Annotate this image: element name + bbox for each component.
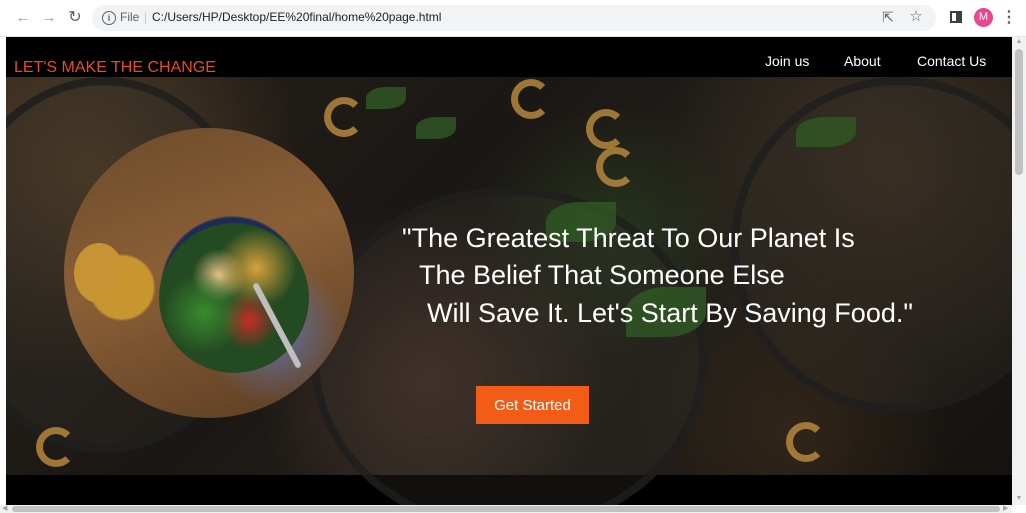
hero-quote-line-3: Will Save It. Let's Start By Saving Food… [427,298,913,328]
kebab-menu-icon[interactable]: ⋮ [1001,9,1017,27]
food-bowl-image [64,128,354,418]
hero-quote-line-1: "The Greatest Threat To Our Planet Is [402,223,855,253]
leaf-decoration [416,117,456,139]
leaf-decoration [366,87,406,109]
page-viewport: LET'S MAKE THE CHANGE Join us About Cont… [6,37,1012,505]
cashew-decoration [511,79,551,119]
cashew-decoration [596,147,636,187]
cashew-decoration [786,422,826,462]
hero-quote-line-2: The Belief That Someone Else [419,260,785,290]
horizontal-scrollbar[interactable]: ◀ ▶ [0,505,1012,513]
side-panel-icon[interactable] [950,11,962,23]
cashew-decoration [36,427,76,467]
scroll-down-icon[interactable]: ▼ [1015,495,1023,503]
nav-contact-us[interactable]: Contact Us [917,53,986,69]
forward-icon[interactable]: → [40,9,58,27]
cashew-decoration [324,97,364,137]
get-started-button[interactable]: Get Started [476,386,589,424]
address-bar[interactable]: i File | C:/Users/HP/Desktop/EE%20final/… [92,5,936,31]
nav-join-us[interactable]: Join us [765,53,809,69]
chickpeas-bowl [74,243,124,303]
leaf-decoration [796,117,856,147]
site-header: LET'S MAKE THE CHANGE Join us About Cont… [6,37,1012,77]
nav-about[interactable]: About [844,53,881,69]
site-brand[interactable]: LET'S MAKE THE CHANGE [14,59,216,77]
cashew-decoration [586,109,626,149]
star-icon[interactable]: ☆ [908,9,924,25]
scroll-left-icon[interactable]: ◀ [2,505,7,513]
url-separator: | [144,10,148,24]
back-icon[interactable]: ← [14,9,32,27]
vertical-scrollbar[interactable]: ▲ ▼ [1012,37,1026,505]
scroll-right-icon[interactable]: ▶ [1003,505,1008,513]
info-icon[interactable]: i [102,11,116,25]
scroll-up-icon[interactable]: ▲ [1015,38,1023,46]
browser-toolbar: ← → ↻ i File | C:/Users/HP/Desktop/EE%20… [0,0,1026,37]
share-icon[interactable]: ⇱ [880,9,896,25]
vertical-scroll-thumb[interactable] [1015,49,1023,175]
reload-icon[interactable]: ↻ [66,9,84,27]
profile-avatar[interactable]: M [974,8,993,27]
horizontal-scroll-thumb[interactable] [12,506,1000,512]
url-text[interactable]: C:/Users/HP/Desktop/EE%20final/home%20pa… [152,10,441,24]
url-scheme: File [120,10,140,24]
